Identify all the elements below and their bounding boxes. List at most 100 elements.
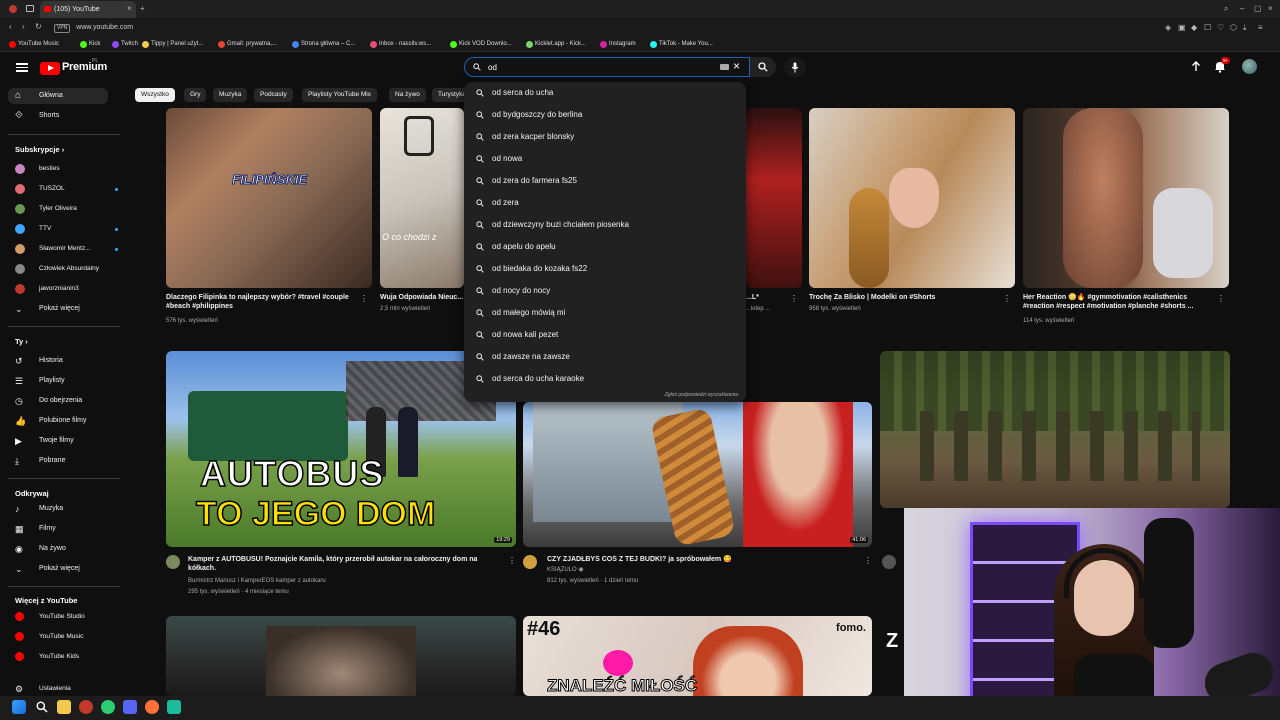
- heart-icon[interactable]: ♡: [1217, 23, 1224, 33]
- sidebar-item-subscription[interactable]: Człowiek Absurdalny: [15, 261, 115, 277]
- channel-avatar[interactable]: [882, 555, 896, 569]
- sidebar-item-liked-videos[interactable]: 👍 Polubione filmy: [15, 413, 115, 429]
- suggestion-item[interactable]: od nocy do nocy: [464, 280, 746, 302]
- app-icon[interactable]: [167, 700, 181, 714]
- video-menu-icon[interactable]: ⋮: [1003, 294, 1011, 303]
- suggestion-item[interactable]: od zawsze na zawsze: [464, 346, 746, 368]
- video-thumbnail[interactable]: O co chodzi z: [380, 108, 464, 288]
- video-thumbnail[interactable]: [880, 351, 1230, 508]
- video-title[interactable]: Kamper z AUTOBUSU! Poznajcie Kamila, któ…: [188, 555, 506, 573]
- sidebar-item-movies[interactable]: ▦ Filmy: [15, 521, 115, 537]
- chip-0[interactable]: Wszystko: [135, 88, 175, 102]
- reload-icon[interactable]: ↻: [35, 22, 42, 32]
- bookmark-item[interactable]: Strona główna – C...: [292, 39, 355, 50]
- bookmark-item[interactable]: Inbox - nassitv.ws...: [370, 39, 431, 50]
- video-menu-icon[interactable]: ⋮: [864, 556, 872, 565]
- clear-search-icon[interactable]: ×: [733, 59, 740, 73]
- video-thumbnail[interactable]: [166, 616, 516, 696]
- browser-menu-dots-icon[interactable]: ≡: [1258, 23, 1263, 33]
- new-tab-icon[interactable]: +: [140, 4, 145, 14]
- minimize-icon[interactable]: –: [1240, 4, 1244, 14]
- video-menu-icon[interactable]: ⋮: [1217, 294, 1225, 303]
- sidebar-item-subscription[interactable]: jaworznianin3: [15, 281, 115, 297]
- tab-list-icon[interactable]: [26, 5, 34, 12]
- sidebar-item-youtube-kids[interactable]: YouTube Kids: [15, 649, 115, 665]
- xbox-icon[interactable]: [101, 700, 115, 714]
- create-icon[interactable]: [1190, 61, 1202, 73]
- screenshot-icon[interactable]: ▣: [1178, 23, 1186, 33]
- sidebar-item-history[interactable]: ↺ Historia: [15, 353, 115, 369]
- bookmark-item[interactable]: Kick: [80, 39, 100, 50]
- chip-3[interactable]: Podcasty: [254, 88, 293, 102]
- sidebar-item-playlists[interactable]: ☰ Playlisty: [15, 373, 115, 389]
- voice-search-button[interactable]: [784, 57, 806, 77]
- chip-1[interactable]: Gry: [184, 88, 207, 102]
- suggestion-item[interactable]: od serca do ucha karaoke: [464, 368, 746, 390]
- sidebar-item-subscription[interactable]: TUSZOL: [15, 181, 118, 197]
- sidebar-item-youtube-studio[interactable]: YouTube Studio: [15, 609, 115, 625]
- discord-icon[interactable]: [123, 700, 137, 714]
- sidebar-item-chevron-down[interactable]: ⌄ Pokaż więcej: [15, 561, 115, 577]
- sidebar-item-subscription[interactable]: Tyler Oliveira: [15, 201, 115, 217]
- video-menu-icon[interactable]: ⋮: [360, 294, 368, 303]
- sidebar-show-more-subs[interactable]: ⌄ Pokaż więcej: [15, 301, 115, 317]
- video-thumbnail[interactable]: [1023, 108, 1229, 288]
- forward-icon[interactable]: ›: [22, 22, 25, 32]
- suggestion-item[interactable]: od serca do ucha: [464, 82, 746, 104]
- report-suggestions-link[interactable]: Zgłoś podpowiedzi wyszukiwania: [665, 392, 738, 398]
- search-input[interactable]: [488, 60, 688, 74]
- suggestion-item[interactable]: od biedaka do kozaka fs22: [464, 258, 746, 280]
- channel-avatar[interactable]: [166, 555, 180, 569]
- video-thumbnail[interactable]: #46 fomo. ZNALEŹĆ MIŁOŚĆ: [523, 616, 872, 696]
- suggestion-item[interactable]: od zera: [464, 192, 746, 214]
- sidebar-item-settings[interactable]: ⚙ Ustawienia: [15, 681, 115, 697]
- suggestion-item[interactable]: od apelu do apelu: [464, 236, 746, 258]
- sidebar-item-subscription[interactable]: TTV: [15, 221, 118, 237]
- bookmark-item[interactable]: Kick VOD Downlo...: [450, 39, 512, 50]
- sidebar-item-your-videos[interactable]: ▶ Twoje filmy: [15, 433, 115, 449]
- window-close-icon[interactable]: ×: [1268, 4, 1273, 14]
- video-thumbnail[interactable]: [809, 108, 1015, 288]
- video-title[interactable]: Dlaczego Filipinka to najlepszy wybór? #…: [166, 293, 356, 311]
- subscriptions-heading[interactable]: Subskrypcje ›: [15, 145, 64, 154]
- video-title[interactable]: Her Reaction 😳🔥 #gymmotivation #calisthe…: [1023, 293, 1213, 311]
- video-title[interactable]: ...L*: [746, 293, 776, 302]
- suggestion-item[interactable]: od zera kacper blonsky: [464, 126, 746, 148]
- video-menu-icon[interactable]: ⋮: [790, 294, 798, 303]
- chip-2[interactable]: Muzyka: [213, 88, 248, 102]
- sidebar-item-downloads[interactable]: ⤓ Pobrane: [15, 453, 115, 469]
- bookmark-item[interactable]: Kicklet.app - Kick...: [526, 39, 586, 50]
- bookmark-item[interactable]: YouTube Music: [9, 39, 59, 50]
- download-icon[interactable]: ⤓: [1243, 23, 1247, 33]
- suggestion-item[interactable]: od nowa kali pezet: [464, 324, 746, 346]
- suggestion-item[interactable]: od nowa: [464, 148, 746, 170]
- sidebar-item-youtube-music[interactable]: YouTube Music: [15, 629, 115, 645]
- taskbar-search-icon[interactable]: [36, 701, 48, 713]
- video-thumbnail[interactable]: FILIPIŃSKIE: [166, 108, 372, 288]
- cube-icon[interactable]: ⬡: [1230, 23, 1237, 33]
- search-button[interactable]: [750, 57, 776, 77]
- file-explorer-icon[interactable]: [57, 700, 71, 714]
- sidebar-item-subscription[interactable]: besties: [15, 161, 115, 177]
- browser-tab-youtube[interactable]: (105) YouTube: [40, 1, 136, 18]
- back-icon[interactable]: ‹: [9, 22, 12, 32]
- address-bar[interactable]: VPN www.youtube.com: [48, 22, 1148, 34]
- suggestion-item[interactable]: od bydgoszczy do berlina: [464, 104, 746, 126]
- shield-icon[interactable]: ◆: [1191, 23, 1197, 33]
- browser-search-icon[interactable]: ⌕: [1224, 4, 1228, 14]
- video-thumbnail[interactable]: Z: [880, 616, 904, 696]
- youtube-logo-icon[interactable]: [40, 62, 60, 75]
- bookmark-item[interactable]: Twitch: [112, 39, 138, 50]
- you-heading[interactable]: Ty ›: [15, 337, 28, 346]
- extensions-icon[interactable]: ◈: [1165, 23, 1171, 33]
- sidebar-item-live[interactable]: ◉ Na żywo: [15, 541, 115, 557]
- video-title[interactable]: CZY ZJADŁBYŚ COŚ Z TEJ BUDKI? ja spróbow…: [547, 555, 865, 564]
- bookmark-item[interactable]: Gmail: prywatna,...: [218, 39, 277, 50]
- sidebar-item-subscription[interactable]: Sławomir Mentz...: [15, 241, 118, 257]
- video-thumbnail[interactable]: 41:06: [523, 402, 872, 547]
- opera-gx-icon[interactable]: [79, 700, 93, 714]
- video-channel[interactable]: Burmistrz Mariusz i KamperEOS kamper z a…: [188, 577, 326, 585]
- browser-menu-icon[interactable]: [9, 5, 17, 13]
- youtube-premium-logo[interactable]: Premium: [62, 61, 107, 73]
- firefox-icon[interactable]: [145, 700, 159, 714]
